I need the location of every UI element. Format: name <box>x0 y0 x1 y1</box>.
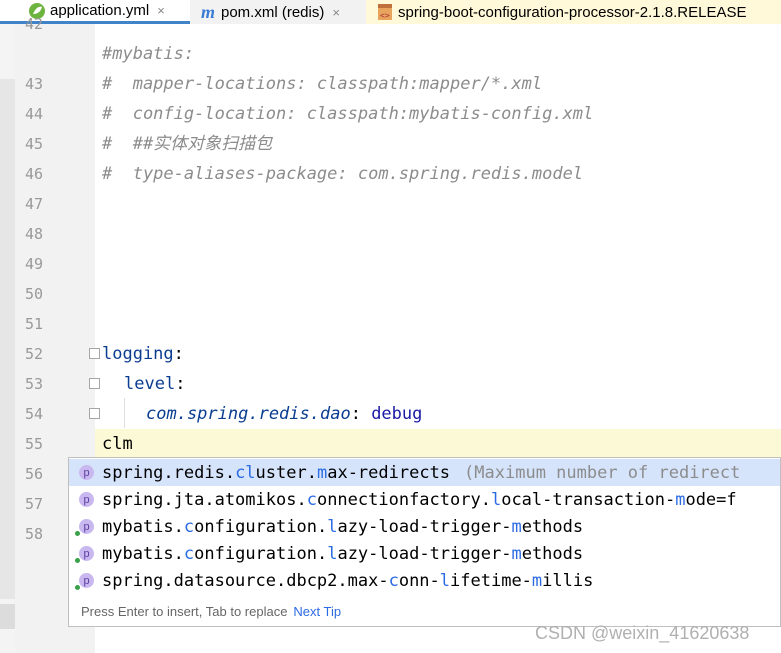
completion-text: mybatis.configuration.lazy-load-trigger-… <box>102 516 584 537</box>
yaml-colon: : <box>175 374 186 394</box>
completion-description: (Maximum number of redirect <box>464 462 741 483</box>
fold-marker-icon[interactable] <box>89 378 100 389</box>
code-line: # type-aliases-package: com.spring.redis… <box>102 164 584 184</box>
line-number: 55 <box>24 435 43 453</box>
completion-description: =f <box>716 489 737 510</box>
completion-text: spring.datasource.dbcp2.max-conn-lifetim… <box>102 570 594 591</box>
tool-window-strip <box>0 24 15 653</box>
code-line: com.spring.redis.dao: debug <box>146 399 422 429</box>
yaml-key: com.spring.redis.dao <box>146 404 351 424</box>
completion-item[interactable]: p mybatis.configuration.lazy-load-trigge… <box>69 540 780 567</box>
svg-text:m: m <box>201 3 215 21</box>
line-number: 58 <box>24 525 43 543</box>
tab-label: pom.xml (redis) <box>221 3 325 21</box>
line-number: 45 <box>24 135 43 153</box>
indent-guide <box>124 398 125 428</box>
line-number: 43 <box>24 75 43 93</box>
watermark: CSDN @weixin_41620638 <box>535 623 750 643</box>
completion-text: spring.redis.cluster.max-redirects <box>102 462 451 483</box>
property-icon: p <box>75 573 94 590</box>
line-number: 47 <box>24 195 43 213</box>
maven-icon: m <box>201 3 215 21</box>
code-line: #mybatis: <box>102 44 195 64</box>
line-number: 50 <box>24 285 43 303</box>
property-icon: p <box>75 519 94 536</box>
jar-icon: <> <box>378 4 392 20</box>
completion-footer: Press Enter to insert, Tab to replace Nex… <box>81 604 341 619</box>
code-line: # mapper-locations: classpath:mapper/*.x… <box>102 74 543 94</box>
completion-item[interactable]: p spring.redis.cluster.max-redirects (Ma… <box>69 459 780 486</box>
close-icon[interactable]: × <box>157 3 165 18</box>
code-line: logging: <box>102 339 184 369</box>
code-line: # ##实体对象扫描包 <box>102 134 273 154</box>
line-number: 57 <box>24 495 43 513</box>
tab-pom-xml[interactable]: m pom.xml (redis) × <box>192 0 364 24</box>
tab-label: spring-boot-configuration-processor-2.1.… <box>398 3 747 21</box>
svg-text:<>: <> <box>380 11 390 20</box>
yaml-colon: : <box>173 344 184 364</box>
close-icon[interactable]: × <box>332 5 340 20</box>
line-number: 49 <box>24 255 43 273</box>
editor-tab-bar: application.yml × m pom.xml (redis) × <>… <box>0 0 781 25</box>
tab-label: application.yml <box>50 2 150 19</box>
code-line-current[interactable]: clm <box>102 429 133 459</box>
yaml-colon: : <box>350 404 372 424</box>
line-number: 52 <box>24 345 43 363</box>
completion-item[interactable]: p spring.datasource.dbcp2.max-conn-lifet… <box>69 567 780 594</box>
line-number: 48 <box>24 225 43 243</box>
code-line: # config-location: classpath:mybatis-con… <box>102 104 594 124</box>
scroll-strip <box>0 79 15 599</box>
strip-block <box>0 604 15 629</box>
completion-text: spring.jta.atomikos.connectionfactory.lo… <box>102 489 717 510</box>
line-number: 42 <box>24 15 43 33</box>
yaml-value: debug <box>371 404 423 424</box>
completion-item[interactable]: p spring.jta.atomikos.connectionfactory.… <box>69 486 780 513</box>
yaml-key: logging <box>102 344 174 364</box>
line-number: 56 <box>24 465 43 483</box>
line-number: 51 <box>24 315 43 333</box>
completion-item[interactable]: p mybatis.configuration.lazy-load-trigge… <box>69 513 780 540</box>
completion-text: mybatis.configuration.lazy-load-trigger-… <box>102 543 584 564</box>
tab-configuration-processor[interactable]: <> spring-boot-configuration-processor-2… <box>366 0 781 24</box>
fold-marker-icon[interactable] <box>89 348 100 359</box>
next-tip-link[interactable]: Next Tip <box>293 604 341 619</box>
line-number: 54 <box>24 405 43 423</box>
current-line-highlight <box>95 429 781 459</box>
fold-marker-icon[interactable] <box>89 408 100 419</box>
line-number: 44 <box>24 105 43 123</box>
completion-hint: Press Enter to insert, Tab to replace <box>81 604 288 619</box>
code-line: level: <box>124 369 185 399</box>
property-icon: p <box>75 546 94 563</box>
line-number: 53 <box>24 375 43 393</box>
property-icon: p <box>79 492 94 507</box>
yaml-key: level <box>124 374 176 394</box>
line-number: 46 <box>24 165 43 183</box>
code-completion-popup: p spring.redis.cluster.max-redirects (Ma… <box>68 457 781 627</box>
property-icon: p <box>79 465 94 480</box>
